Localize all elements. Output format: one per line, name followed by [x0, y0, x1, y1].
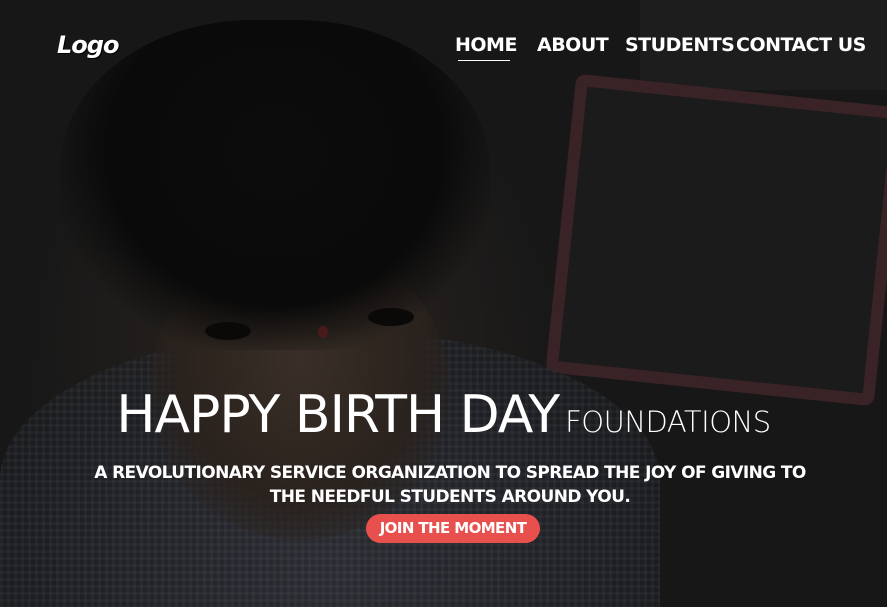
background-hair — [60, 20, 490, 350]
background-bindi — [318, 326, 328, 338]
nav-home[interactable]: HOME — [455, 34, 517, 56]
nav-contact-us[interactable]: CONTACT US — [736, 34, 866, 56]
active-nav-underline — [458, 60, 510, 61]
background-eye-right — [368, 308, 414, 326]
hero-title-main: HAPPY BIRTH DAY — [116, 385, 560, 445]
background-eye-left — [205, 322, 251, 340]
hero-title: HAPPY BIRTH DAY FOUNDATIONS — [0, 385, 887, 445]
nav-about[interactable]: ABOUT — [537, 34, 609, 56]
main-nav: HOME ABOUT STUDENTS CONTACT US — [0, 34, 887, 64]
background-slate — [545, 73, 887, 407]
hero-title-sub: FOUNDATIONS — [565, 405, 771, 439]
nav-students[interactable]: STUDENTS — [625, 34, 735, 56]
join-the-moment-button[interactable]: JOIN THE MOMENT — [366, 514, 540, 543]
hero-tagline: A REVOLUTIONARY SERVICE ORGANIZATION TO … — [94, 463, 806, 507]
hero-section: Logo HOME ABOUT STUDENTS CONTACT US HAPP… — [0, 0, 887, 607]
